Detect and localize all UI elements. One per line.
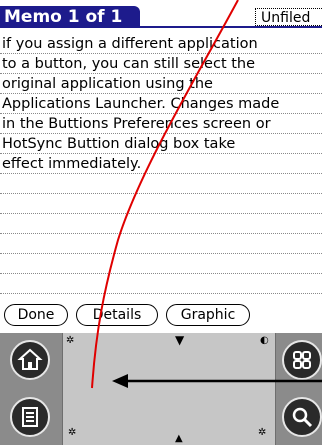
graffiti-writing-area[interactable]: ✲ ▼ ◐ ✲ ✲ ▲ — [62, 333, 276, 445]
find-button[interactable] — [282, 397, 322, 437]
graffiti-corner-icon: ✲ — [68, 427, 77, 438]
memo-line: original application using the — [0, 74, 322, 94]
memo-line — [0, 214, 322, 234]
memo-line — [0, 234, 322, 254]
memo-line — [0, 254, 322, 274]
memo-body[interactable]: if you assign a different application to… — [0, 34, 322, 296]
memo-line: HotSync Buttion dialog box take — [0, 134, 322, 154]
menu-button[interactable] — [10, 397, 50, 437]
graffiti-corner-icon: ✲ — [258, 427, 267, 438]
graphic-button[interactable]: Graphic — [166, 304, 250, 326]
memo-line: Applications Launcher. Changes made — [0, 94, 322, 114]
home-button[interactable] — [10, 340, 50, 380]
home-icon — [17, 348, 43, 370]
apps-icon — [293, 351, 311, 369]
graffiti-shift-icon: ✲ — [66, 335, 75, 346]
memo-line: effect immediately. — [0, 154, 322, 174]
memo-line: to a button, you can still select the — [0, 54, 322, 74]
memo-line: if you assign a different application — [0, 34, 322, 54]
graffiti-divider-arrow-icon: ▼ — [175, 333, 185, 347]
done-button[interactable]: Done — [4, 304, 68, 326]
details-button[interactable]: Details — [76, 304, 158, 326]
apps-button[interactable] — [282, 340, 322, 380]
memo-line — [0, 174, 322, 194]
menu-icon — [22, 407, 38, 427]
graffiti-contrast-icon: ◐ — [260, 335, 269, 346]
find-icon — [292, 407, 313, 428]
title-bar: Memo 1 of 1 Unfiled — [0, 0, 322, 28]
category-picker[interactable]: Unfiled — [255, 8, 322, 26]
graffiti-divider-arrow-icon: ▲ — [175, 433, 183, 444]
memo-line: in the Buttions Preferences screen or — [0, 114, 322, 134]
memo-line — [0, 194, 322, 214]
memo-title[interactable]: Memo 1 of 1 — [0, 6, 140, 28]
memo-line — [0, 274, 322, 294]
